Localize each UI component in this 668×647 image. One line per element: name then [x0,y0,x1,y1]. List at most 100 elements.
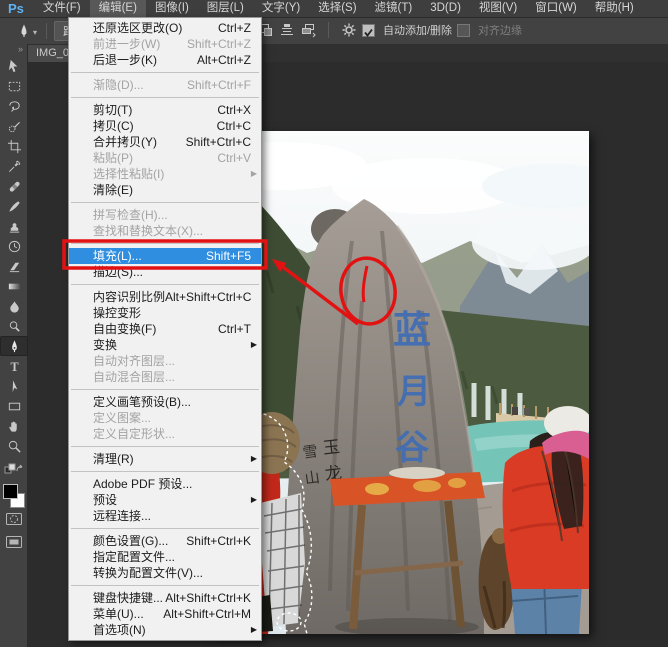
blur-tool[interactable] [0,296,28,316]
menu-item-clear[interactable]: 清除(E) [69,182,261,198]
menu-item-convert-to-profile[interactable]: 转换为配置文件(V)... [69,565,261,581]
submenu-arrow-icon: ▶ [251,622,257,638]
crop-tool[interactable] [0,136,28,156]
menu-item-shortcut: Ctrl+C [217,118,251,134]
menu-item-label: 远程连接... [93,508,151,524]
menu-item-color-settings[interactable]: 颜色设置(G)...Shift+Ctrl+K [69,533,261,549]
align-edges-checkbox[interactable] [457,24,470,37]
quick-mask-icon[interactable] [5,512,23,531]
clone-stamp-tool[interactable] [0,216,28,236]
menubar-item-edit[interactable]: 编辑(E) [90,0,146,17]
menu-item-presets[interactable]: 预设▶ [69,492,261,508]
move-tool[interactable] [0,56,28,76]
gear-icon[interactable] [341,22,357,38]
zoom-tool[interactable] [0,436,28,456]
menu-item-remote-connections[interactable]: 远程连接... [69,508,261,524]
quick-selection-tool[interactable] [0,116,28,136]
menubar-item-layer[interactable]: 图层(L) [198,0,253,17]
menu-item-shortcut: Shift+Ctrl+F [187,77,251,93]
menu-item-define-custom-shape[interactable]: 定义自定形状... [69,426,261,442]
menu-item-check-spelling[interactable]: 拼写检查(H)... [69,207,261,223]
lasso-tool[interactable] [0,96,28,116]
shape-tool[interactable] [0,396,28,416]
menu-item-step-forward[interactable]: 前进一步(W)Shift+Ctrl+Z [69,36,261,52]
menu-separator [71,389,259,390]
menubar-item-3d[interactable]: 3D(D) [421,0,470,17]
menubar-item-file[interactable]: 文件(F) [34,0,90,17]
menu-item-shortcut: Ctrl+Z [218,20,251,36]
menu-item-puppet-warp[interactable]: 操控变形 [69,305,261,321]
menubar-item-window[interactable]: 窗口(W) [526,0,586,17]
divider [328,22,329,38]
menu-item-label: 操控变形 [93,305,141,321]
menu-item-label: 渐隐(D)... [93,77,144,93]
object-on-bench [389,467,445,479]
menu-item-assign-profile[interactable]: 指定配置文件... [69,549,261,565]
menu-item-copy[interactable]: 拷贝(C)Ctrl+C [69,118,261,134]
foreground-color-swatch[interactable] [3,484,18,499]
menu-item-copy-merged[interactable]: 合并拷贝(Y)Shift+Ctrl+C [69,134,261,150]
menu-separator [71,528,259,529]
eraser-tool[interactable] [0,256,28,276]
menu-item-find-replace-text[interactable]: 查找和替换文本(X)... [69,223,261,239]
marquee-tool[interactable] [0,76,28,96]
brush-tool[interactable] [0,196,28,216]
color-swatches[interactable] [3,484,25,508]
path-arrangement-icon[interactable] [300,22,316,38]
menubar-item-filter[interactable]: 滤镜(T) [366,0,422,17]
menu-item-step-backward[interactable]: 后退一步(K)Alt+Ctrl+Z [69,52,261,68]
menu-item-undo[interactable]: 还原选区更改(O)Ctrl+Z [69,20,261,36]
photo-document[interactable]: 蓝 月 谷 玉 龙 雪 山 [212,131,589,634]
screen-mode-icon[interactable] [5,535,23,554]
menu-item-cut[interactable]: 剪切(T)Ctrl+X [69,102,261,118]
hand-tool[interactable] [0,416,28,436]
menu-item-menus[interactable]: 菜单(U)...Alt+Shift+Ctrl+M [69,606,261,622]
menu-item-define-pattern[interactable]: 定义图案... [69,410,261,426]
menu-item-content-aware-scale[interactable]: 内容识别比例Alt+Shift+Ctrl+C [69,289,261,305]
menu-item-auto-blend-layers[interactable]: 自动混合图层... [69,369,261,385]
menu-item-fade[interactable]: 渐隐(D)... Shift+Ctrl+F [69,77,261,93]
menubar-item-help[interactable]: 帮助(H) [586,0,643,17]
menu-item-define-brush-preset[interactable]: 定义画笔预设(B)... [69,394,261,410]
menu-item-adobe-pdf-presets[interactable]: Adobe PDF 预设... [69,476,261,492]
menubar-item-image[interactable]: 图像(I) [146,0,198,17]
menu-item-label: 填充(L)... [93,248,142,264]
menu-item-transform[interactable]: 变换▶ [69,337,261,353]
menu-separator [71,284,259,285]
menu-item-stroke[interactable]: 描边(S)... [69,264,261,280]
menu-item-free-transform[interactable]: 自由变换(F)Ctrl+T [69,321,261,337]
pen-tool-preset-icon[interactable] [16,23,32,39]
palette-collapse-button[interactable]: » [0,44,27,56]
menubar-item-type[interactable]: 文字(Y) [253,0,309,17]
menu-item-preferences[interactable]: 首选项(N)▶ [69,622,261,638]
eyedropper-tool[interactable] [0,156,28,176]
menubar-item-view[interactable]: 视图(V) [470,0,526,17]
menu-item-auto-align-layers[interactable]: 自动对齐图层... [69,353,261,369]
stone-character-1: 蓝 [393,310,431,352]
dodge-tool[interactable] [0,316,28,336]
menu-item-keyboard-shortcuts[interactable]: 键盘快捷键...Alt+Shift+Ctrl+K [69,590,261,606]
path-selection-tool[interactable] [0,376,28,396]
pen-tool[interactable] [0,336,28,356]
history-brush-tool[interactable] [0,236,28,256]
path-alignment-icon[interactable] [279,22,295,38]
auto-add-delete-checkbox[interactable] [362,24,375,37]
menu-bar: Ps 文件(F)编辑(E)图像(I)图层(L)文字(Y)选择(S)滤镜(T)3D… [0,0,668,18]
menubar-item-select[interactable]: 选择(S) [309,0,365,17]
gradient-tool[interactable] [0,276,28,296]
auto-add-delete-label: 自动添加/删除 [383,22,452,38]
menu-item-shortcut: Shift+F5 [206,248,251,264]
menu-item-purge[interactable]: 清理(R)▶ [69,451,261,467]
healing-brush-tool[interactable] [0,176,28,196]
menu-item-fill[interactable]: 填充(L)... Shift+F5 [69,248,261,264]
menu-item-paste-special[interactable]: 选择性粘贴(I)▶ [69,166,261,182]
submenu-arrow-icon: ▶ [251,337,257,353]
edit-dropdown-menu: 还原选区更改(O)Ctrl+Z前进一步(W)Shift+Ctrl+Z后退一步(K… [68,17,262,641]
menu-item-shortcut: Alt+Shift+Ctrl+K [165,590,251,606]
chevron-down-icon[interactable]: ▾ [33,28,37,37]
type-tool[interactable]: T [0,356,28,376]
default-swap-colors-icon[interactable] [4,462,24,480]
menu-item-paste[interactable]: 粘贴(P)Ctrl+V [69,150,261,166]
menu-item-label: 拼写检查(H)... [93,207,168,223]
menu-item-label: 自动对齐图层... [93,353,175,369]
